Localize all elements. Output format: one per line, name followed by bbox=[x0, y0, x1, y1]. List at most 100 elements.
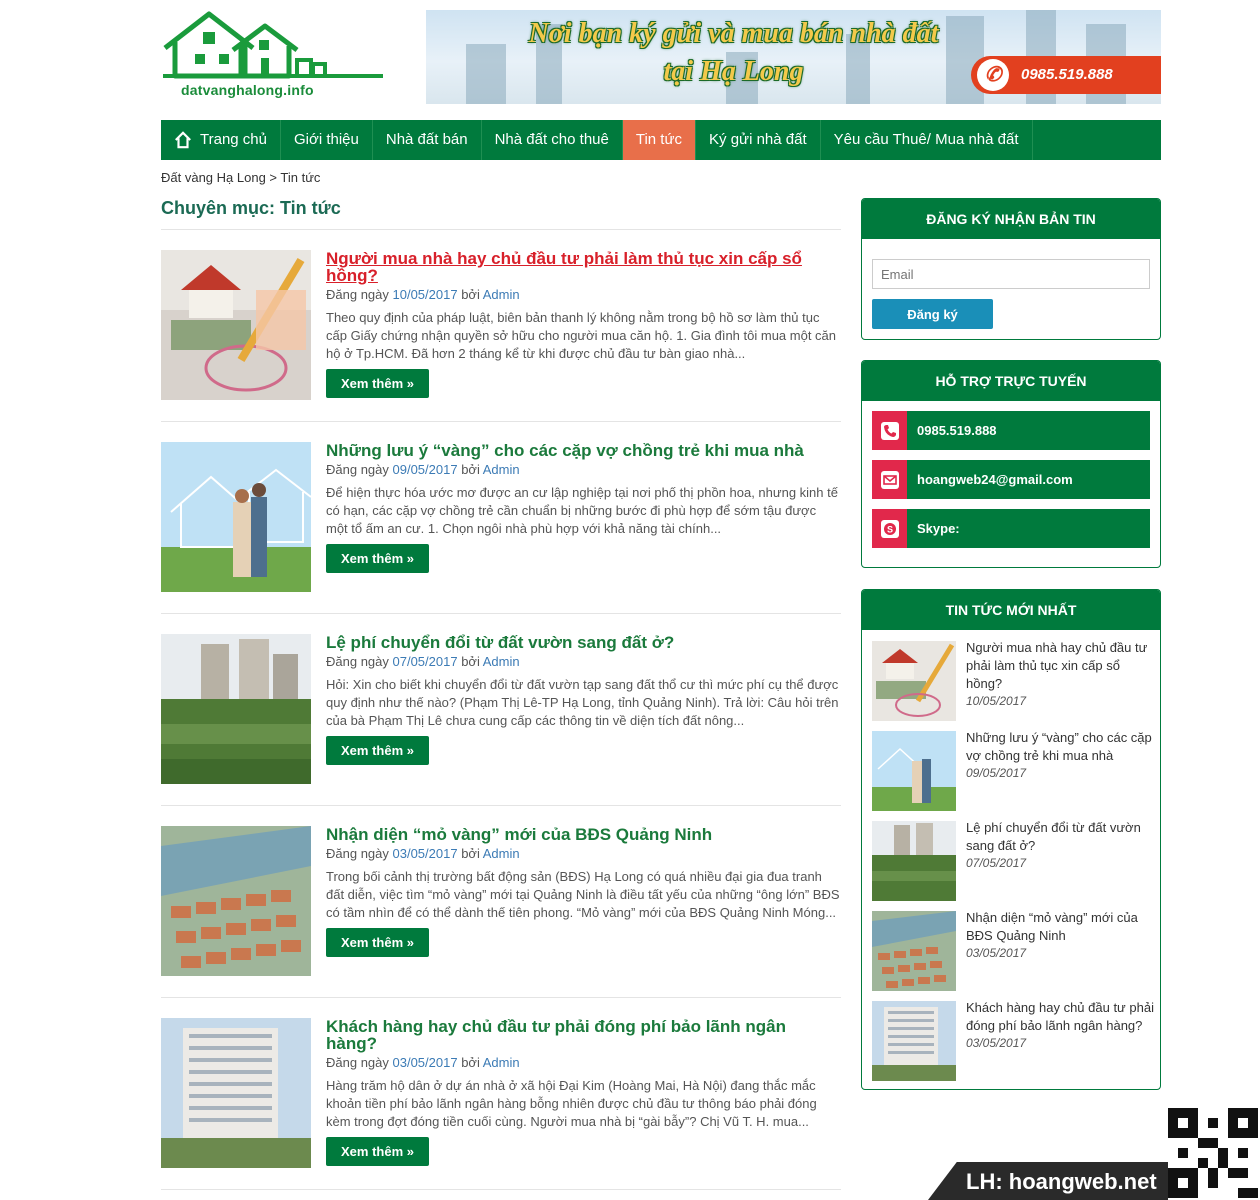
support-email[interactable]: hoangweb24@gmail.com bbox=[872, 460, 1150, 499]
nav-item-news[interactable]: Tin tức bbox=[622, 120, 697, 160]
breadcrumb-separator: > bbox=[265, 170, 281, 185]
news-date: 07/05/2017 bbox=[966, 856, 1027, 870]
qr-code-icon bbox=[1168, 1108, 1258, 1198]
post-date[interactable]: 03/05/2017 bbox=[393, 1055, 458, 1070]
logo-text: datvanghalong.info bbox=[181, 82, 314, 98]
news-thumbnail[interactable] bbox=[872, 641, 956, 721]
post-item: Những lưu ý “vàng” cho các cặp vợ chồng … bbox=[161, 422, 841, 614]
support-skype[interactable]: S Skype: bbox=[872, 509, 1150, 548]
news-thumbnail[interactable] bbox=[872, 821, 956, 901]
latest-news-item[interactable]: Người mua nhà hay chủ đầu tư phải làm th… bbox=[872, 640, 1152, 723]
post-thumbnail[interactable] bbox=[161, 826, 311, 976]
svg-text:S: S bbox=[886, 524, 892, 534]
meta-label: Đăng ngày bbox=[326, 462, 393, 477]
meta-label: Đăng ngày bbox=[326, 1055, 393, 1070]
support-phone-text: 0985.519.888 bbox=[917, 423, 997, 438]
read-more-button[interactable]: Xem thêm » bbox=[326, 1137, 429, 1166]
support-phone[interactable]: 0985.519.888 bbox=[872, 411, 1150, 450]
support-email-text: hoangweb24@gmail.com bbox=[917, 472, 1073, 487]
news-date: 03/05/2017 bbox=[966, 1036, 1027, 1050]
post-excerpt: Hàng trăm hộ dân ở dự án nhà ở xã hội Đạ… bbox=[326, 1078, 817, 1129]
post-author[interactable]: Admin bbox=[483, 462, 520, 477]
latest-news-item[interactable]: Nhận diện “mỏ vàng” mới của BĐS Quảng Ni… bbox=[872, 910, 1152, 993]
post-excerpt: Hỏi: Xin cho biết khi chuyển đổi từ đất … bbox=[326, 677, 839, 728]
nav-item-about[interactable]: Giới thiệu bbox=[281, 120, 373, 160]
banner-phone[interactable]: ✆ 0985.519.888 bbox=[971, 56, 1161, 94]
newsletter-widget: ĐĂNG KÝ NHẬN BẢN TIN Đăng ký bbox=[861, 198, 1161, 340]
post-author[interactable]: Admin bbox=[483, 654, 520, 669]
widget-title: TIN TỨC MỚI NHẤT bbox=[862, 590, 1160, 630]
meta-label: Đăng ngày bbox=[326, 846, 393, 861]
news-title[interactable]: Những lưu ý “vàng” cho các cặp vợ chồng … bbox=[966, 729, 1156, 765]
post-list: Người mua nhà hay chủ đầu tư phải làm th… bbox=[161, 230, 841, 1190]
news-thumbnail[interactable] bbox=[872, 911, 956, 991]
support-skype-text: Skype: bbox=[917, 521, 960, 536]
breadcrumb: Đất vàng Hạ Long > Tin tức bbox=[161, 170, 1161, 185]
post-meta: Đăng ngày 03/05/2017 bởi Admin bbox=[326, 846, 841, 862]
latest-news-item[interactable]: Khách hàng hay chủ đầu tư phải đóng phí … bbox=[872, 1000, 1154, 1083]
latest-news-item[interactable]: Những lưu ý “vàng” cho các cặp vợ chồng … bbox=[872, 730, 1152, 813]
meta-label: Đăng ngày bbox=[326, 287, 393, 302]
nav-item-rent[interactable]: Nhà đất cho thuê bbox=[482, 120, 623, 160]
post-date[interactable]: 10/05/2017 bbox=[393, 287, 458, 302]
skype-icon: S bbox=[872, 509, 907, 548]
post-item: Khách hàng hay chủ đầu tư phải đóng phí … bbox=[161, 998, 841, 1190]
post-title[interactable]: Những lưu ý “vàng” cho các cặp vợ chồng … bbox=[326, 442, 841, 459]
site-header: datvanghalong.info Nơi bạn ký gửi và mua… bbox=[161, 10, 1161, 105]
news-thumbnail[interactable] bbox=[872, 1001, 956, 1081]
post-title[interactable]: Lệ phí chuyển đổi từ đất vườn sang đất ở… bbox=[326, 634, 841, 651]
nav-item-consign[interactable]: Ký gửi nhà đất bbox=[696, 120, 821, 160]
home-icon bbox=[175, 131, 191, 149]
news-title[interactable]: Lệ phí chuyển đổi từ đất vườn sang đất ở… bbox=[966, 819, 1156, 855]
banner-headline: Nơi bạn ký gửi và mua bán nhà đất bbox=[528, 18, 939, 49]
post-author[interactable]: Admin bbox=[483, 1055, 520, 1070]
post-excerpt: Trong bối cảnh thị trường bất động sản (… bbox=[326, 869, 840, 920]
post-title[interactable]: Khách hàng hay chủ đầu tư phải đóng phí … bbox=[326, 1018, 841, 1052]
meta-by: bởi bbox=[457, 846, 483, 861]
post-date[interactable]: 09/05/2017 bbox=[393, 462, 458, 477]
meta-by: bởi bbox=[457, 287, 483, 302]
post-title[interactable]: Người mua nhà hay chủ đầu tư phải làm th… bbox=[326, 250, 841, 284]
news-title[interactable]: Nhận diện “mỏ vàng” mới của BĐS Quảng Ni… bbox=[966, 909, 1156, 945]
news-title[interactable]: Người mua nhà hay chủ đầu tư phải làm th… bbox=[966, 639, 1156, 693]
post-title[interactable]: Nhận diện “mỏ vàng” mới của BĐS Quảng Ni… bbox=[326, 826, 841, 843]
post-thumbnail[interactable] bbox=[161, 1018, 311, 1168]
post-meta: Đăng ngày 09/05/2017 bởi Admin bbox=[326, 462, 841, 478]
read-more-button[interactable]: Xem thêm » bbox=[326, 544, 429, 573]
support-widget: HỖ TRỢ TRỰC TUYẾN 0985.519.888 hoangweb2… bbox=[861, 360, 1161, 568]
news-thumbnail[interactable] bbox=[872, 731, 956, 811]
meta-by: bởi bbox=[457, 654, 483, 669]
nav-item-sale[interactable]: Nhà đất bán bbox=[373, 120, 482, 160]
post-thumbnail[interactable] bbox=[161, 634, 311, 784]
phone-icon bbox=[872, 411, 907, 450]
subscribe-button[interactable]: Đăng ký bbox=[872, 299, 993, 329]
nav-item-home[interactable]: Trang chủ bbox=[161, 120, 281, 160]
contact-badge[interactable]: LH: hoangweb.net bbox=[928, 1162, 1168, 1200]
post-item: Lệ phí chuyển đổi từ đất vườn sang đất ở… bbox=[161, 614, 841, 806]
read-more-button[interactable]: Xem thêm » bbox=[326, 928, 429, 957]
post-meta: Đăng ngày 10/05/2017 bởi Admin bbox=[326, 287, 841, 303]
news-title[interactable]: Khách hàng hay chủ đầu tư phải đóng phí … bbox=[966, 999, 1156, 1035]
site-logo[interactable]: datvanghalong.info bbox=[161, 10, 386, 105]
post-thumbnail[interactable] bbox=[161, 250, 311, 400]
email-field[interactable] bbox=[872, 259, 1150, 289]
breadcrumb-home[interactable]: Đất vàng Hạ Long bbox=[161, 170, 266, 185]
read-more-button[interactable]: Xem thêm » bbox=[326, 369, 429, 398]
post-item: Người mua nhà hay chủ đầu tư phải làm th… bbox=[161, 230, 841, 422]
post-date[interactable]: 07/05/2017 bbox=[393, 654, 458, 669]
post-date[interactable]: 03/05/2017 bbox=[393, 846, 458, 861]
post-excerpt: Để hiện thực hóa ước mơ được an cư lập n… bbox=[326, 485, 838, 536]
post-author[interactable]: Admin bbox=[483, 287, 520, 302]
widget-title: ĐĂNG KÝ NHẬN BẢN TIN bbox=[862, 199, 1160, 239]
latest-news-widget: TIN TỨC MỚI NHẤT Người mua nhà hay chủ đ… bbox=[861, 589, 1161, 1090]
post-meta: Đăng ngày 07/05/2017 bởi Admin bbox=[326, 654, 841, 670]
nav-item-request[interactable]: Yêu cầu Thuê/ Mua nhà đất bbox=[821, 120, 1033, 160]
page-title: Chuyên mục: Tin tức bbox=[161, 198, 341, 218]
nav-item-label: Trang chủ bbox=[200, 131, 267, 148]
header-banner[interactable]: Nơi bạn ký gửi và mua bán nhà đất tại Hạ… bbox=[426, 10, 1161, 104]
read-more-button[interactable]: Xem thêm » bbox=[326, 736, 429, 765]
latest-news-item[interactable]: Lệ phí chuyển đổi từ đất vườn sang đất ở… bbox=[872, 820, 1152, 903]
post-thumbnail[interactable] bbox=[161, 442, 311, 592]
phone-icon: ✆ bbox=[977, 59, 1009, 91]
post-author[interactable]: Admin bbox=[483, 846, 520, 861]
